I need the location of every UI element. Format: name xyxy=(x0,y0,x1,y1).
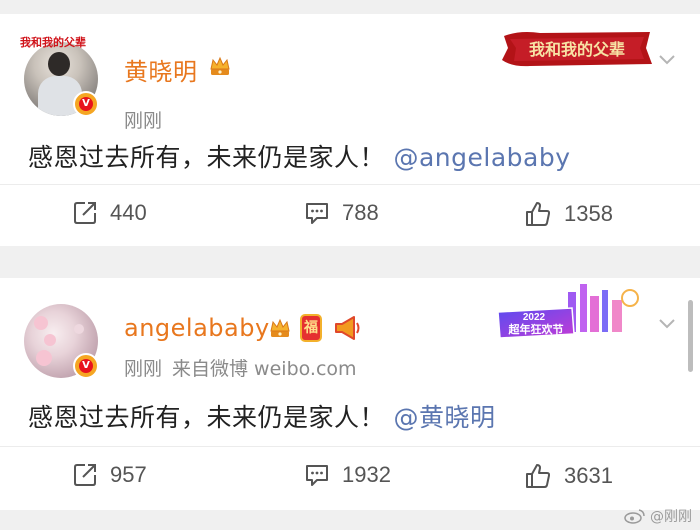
repost-button[interactable]: 957 xyxy=(72,462,147,488)
horn-icon xyxy=(335,316,360,340)
verified-badge-icon: V xyxy=(73,91,99,117)
post-time: 刚刚 xyxy=(124,110,163,132)
divider xyxy=(0,184,700,185)
verified-badge-icon: V xyxy=(73,353,99,379)
post-text: 感恩过去所有，未来仍是家人！ xyxy=(28,143,386,172)
comment-count: 1932 xyxy=(342,462,391,487)
username[interactable]: angelababy xyxy=(124,314,270,342)
movie-banner[interactable]: 我和我的父辈 xyxy=(500,28,654,68)
post-meta: 刚刚 xyxy=(124,106,162,133)
post-text: 感恩过去所有，未来仍是家人！ xyxy=(28,403,386,432)
comment-count: 788 xyxy=(342,200,379,225)
username[interactable]: 黄晓明 xyxy=(124,52,198,87)
watermark: @刚刚 xyxy=(624,506,692,526)
post-source[interactable]: 来自微博 weibo.com xyxy=(172,358,357,380)
divider xyxy=(0,446,700,447)
comment-icon xyxy=(306,465,328,486)
mention-link[interactable]: @angelababy xyxy=(393,143,570,172)
thumbs-up-icon xyxy=(526,464,551,488)
weibo-feed: 我和我的父辈 V 黄晓明 刚刚 我和我的父辈 感恩过去所有，未来仍是家人！ @a… xyxy=(0,0,700,530)
repost-button[interactable]: 440 xyxy=(72,200,147,226)
crown-icon xyxy=(210,56,230,75)
crown-icon xyxy=(270,318,290,337)
event-banner[interactable]: 2022 超年狂欢节 xyxy=(494,282,644,344)
chevron-down-icon[interactable] xyxy=(658,54,676,66)
scrollbar[interactable] xyxy=(688,300,693,372)
post-card: 我和我的父辈 V 黄晓明 刚刚 我和我的父辈 感恩过去所有，未来仍是家人！ @a… xyxy=(0,14,700,246)
watermark-text: @刚刚 xyxy=(650,509,692,525)
post-content: 感恩过去所有，未来仍是家人！ @黄晓明 xyxy=(28,398,495,434)
avatar-badge-text: 我和我的父辈 xyxy=(20,36,86,49)
repost-count: 440 xyxy=(110,200,147,225)
mention-link[interactable]: @黄晓明 xyxy=(393,403,495,432)
post-meta: 刚刚 来自微博 weibo.com xyxy=(124,354,357,381)
repost-icon xyxy=(74,202,96,224)
comment-button[interactable]: 788 xyxy=(304,200,379,226)
post-card: V angelababy 福 刚刚 来自微博 weibo.com 2022 超年… xyxy=(0,278,700,510)
weibo-logo-icon xyxy=(624,509,645,524)
chevron-down-icon[interactable] xyxy=(658,318,676,330)
fu-badge-icon: 福 xyxy=(300,314,322,342)
like-count: 1358 xyxy=(564,201,613,226)
repost-icon xyxy=(74,464,96,486)
like-button[interactable]: 3631 xyxy=(524,462,613,490)
banner-text: 我和我的父辈 xyxy=(529,40,625,59)
banner-text: 超年狂欢节 xyxy=(508,322,564,336)
like-count: 3631 xyxy=(564,463,613,488)
like-button[interactable]: 1358 xyxy=(524,200,613,228)
avatar[interactable]: 我和我的父辈 V xyxy=(20,36,99,117)
banner-year: 2022 xyxy=(523,312,546,323)
comment-button[interactable]: 1932 xyxy=(304,462,391,488)
repost-count: 957 xyxy=(110,462,147,487)
post-content: 感恩过去所有，未来仍是家人！ @angelababy xyxy=(28,138,571,174)
avatar[interactable]: V xyxy=(24,304,99,379)
thumbs-up-icon xyxy=(526,202,551,226)
comment-icon xyxy=(306,203,328,224)
post-time: 刚刚 xyxy=(124,358,163,380)
